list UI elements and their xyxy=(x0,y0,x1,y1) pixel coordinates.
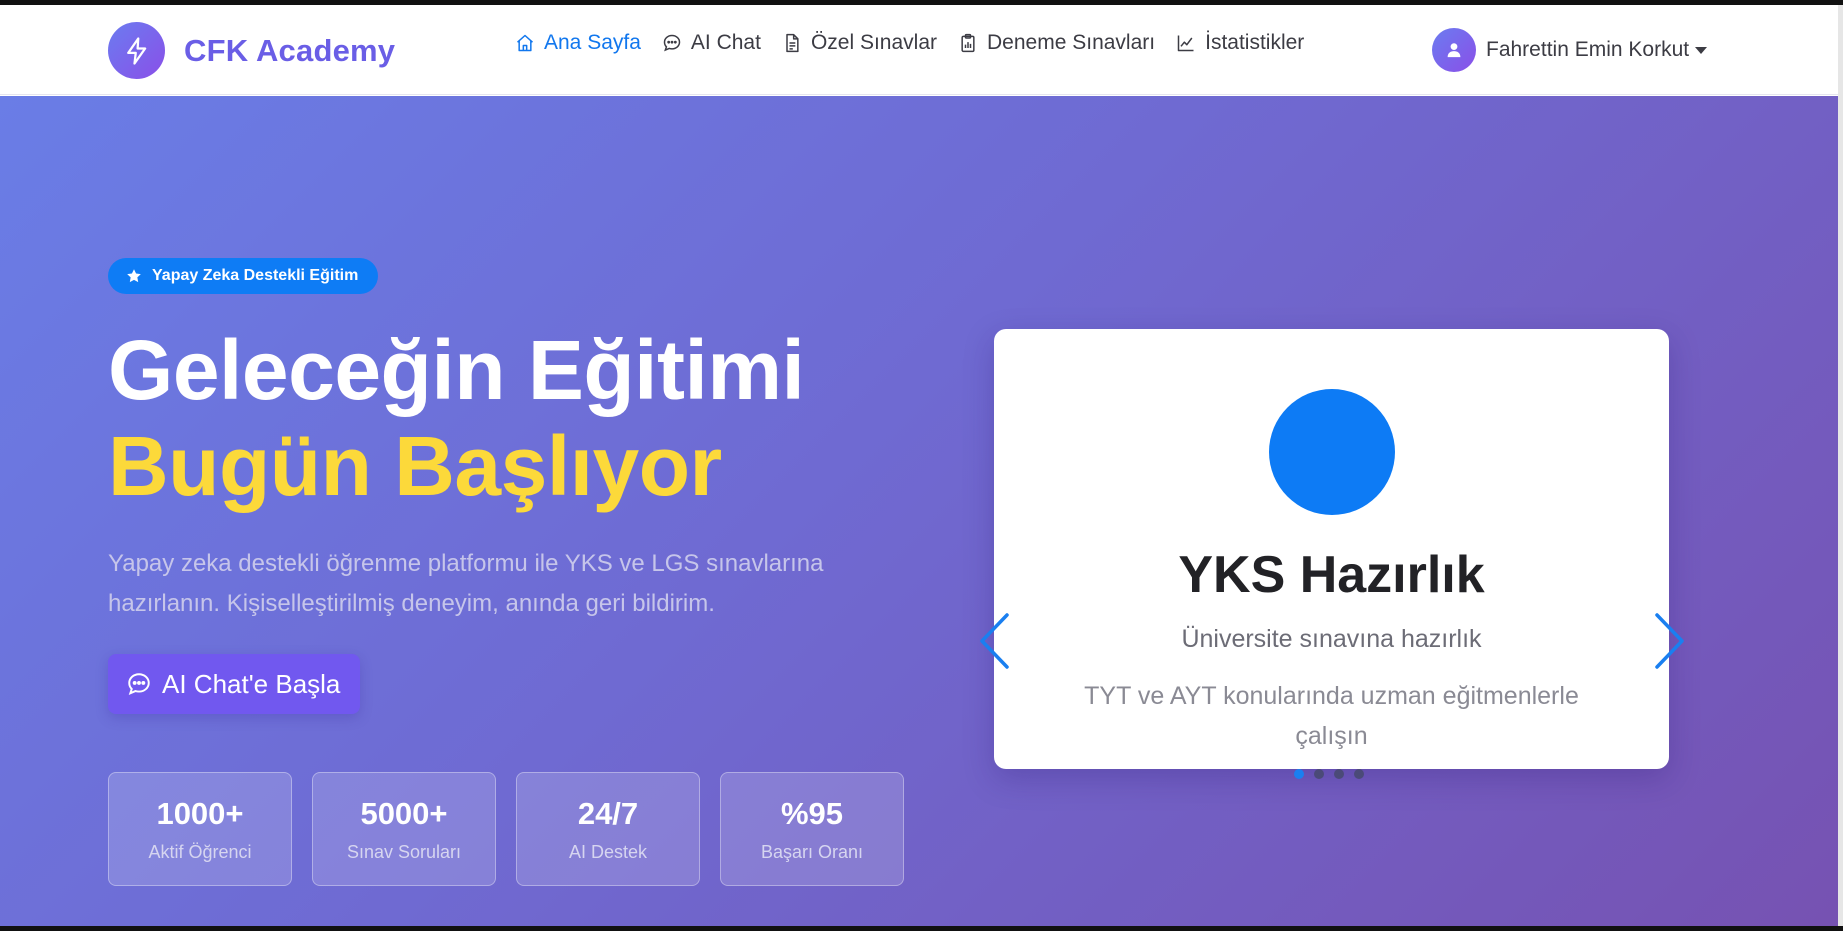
carousel-indicators xyxy=(1294,769,1374,779)
stat-value: 1000+ xyxy=(156,795,244,831)
main-nav: Ana Sayfa AI Chat Özel Sınavlar Deneme S… xyxy=(514,31,1324,55)
clipboard-chart-icon xyxy=(957,32,979,54)
nav-item-ana-sayfa[interactable]: Ana Sayfa xyxy=(514,31,641,55)
stat-value: %95 xyxy=(780,795,844,831)
cta-label: AI Chat'e Başla xyxy=(162,668,341,699)
nav-item-istatistikler[interactable]: İstatistikler xyxy=(1175,31,1304,55)
carousel-next-button[interactable] xyxy=(1650,611,1690,671)
user-icon xyxy=(1432,28,1476,72)
stat-label: Aktif Öğrenci xyxy=(148,841,252,862)
document-icon xyxy=(781,32,803,54)
stats-row: 1000+ Aktif Öğrenci 5000+ Sınav Soruları… xyxy=(108,772,924,886)
chevron-right-icon xyxy=(1655,613,1684,669)
stat-value: 5000+ xyxy=(360,795,448,831)
start-ai-chat-button[interactable]: AI Chat'e Başla xyxy=(108,654,361,714)
hero-subtitle: Yapay zeka destekli öğrenme platformu il… xyxy=(108,550,824,617)
stat-card: %95 Başarı Oranı xyxy=(720,772,904,886)
nav-item-label: Deneme Sınavları xyxy=(987,31,1156,54)
carousel-prev-button[interactable] xyxy=(974,611,1014,671)
stat-label: Başarı Oranı xyxy=(760,841,864,862)
stat-label: AI Destek xyxy=(568,841,648,862)
brand-link[interactable]: CFK Academy xyxy=(108,22,395,79)
chat-icon xyxy=(126,671,152,697)
carousel-dot[interactable] xyxy=(1334,769,1344,779)
top-navbar: CFK Academy Ana Sayfa AI Chat Özel Sınav… xyxy=(0,5,1838,95)
slide-title: YKS Hazırlık xyxy=(1178,546,1485,604)
hero-title-line-1: Geleceğin Eğitimi xyxy=(108,323,805,417)
stat-card: 5000+ Sınav Soruları xyxy=(312,772,496,886)
chevron-left-icon xyxy=(980,613,1009,669)
carousel-dot[interactable] xyxy=(1314,769,1324,779)
carousel-dot[interactable] xyxy=(1354,769,1364,779)
hero-section: Yapay Zeka Destekli Eğitim Geleceğin Eği… xyxy=(0,96,1838,926)
nav-item-deneme-sinavlari[interactable]: Deneme Sınavları xyxy=(957,31,1155,55)
user-name: Fahrettin Emin Korkut xyxy=(1486,38,1690,61)
brand-name: CFK Academy xyxy=(184,32,396,68)
scrollbar[interactable] xyxy=(1838,5,1843,926)
stat-label: Sınav Soruları xyxy=(346,841,462,862)
slide-description: TYT ve AYT konularında uzman eğitmenlerl… xyxy=(1084,682,1579,750)
lightning-icon xyxy=(108,22,165,79)
stat-value: 24/7 xyxy=(577,795,639,831)
slide-circle-icon xyxy=(1268,389,1395,515)
chat-icon xyxy=(661,32,683,54)
line-chart-icon xyxy=(1175,32,1197,54)
nav-item-label: AI Chat xyxy=(690,31,761,54)
star-icon xyxy=(126,268,142,284)
badge-label: Yapay Zeka Destekli Eğitim xyxy=(152,267,359,284)
home-icon xyxy=(514,32,536,54)
caret-down-icon xyxy=(1695,46,1708,54)
carousel-dot[interactable] xyxy=(1294,769,1304,779)
stat-card: 1000+ Aktif Öğrenci xyxy=(108,772,292,886)
nav-item-label: İstatistikler xyxy=(1205,31,1305,54)
user-menu-dropdown[interactable]: Fahrettin Emin Korkut xyxy=(1432,28,1708,72)
feature-badge: Yapay Zeka Destekli Eğitim xyxy=(108,258,379,294)
nav-item-ozel-sinavlar[interactable]: Özel Sınavlar xyxy=(781,31,937,55)
hero-title: Geleceğin Eğitimi Bugün Başlıyor xyxy=(108,322,805,514)
stat-card: 24/7 AI Destek xyxy=(516,772,700,886)
browser-viewport: CFK Academy Ana Sayfa AI Chat Özel Sınav… xyxy=(0,5,1838,926)
nav-item-label: Ana Sayfa xyxy=(544,31,641,54)
hero-title-line-2: Bugün Başlıyor xyxy=(108,419,722,513)
nav-item-ai-chat[interactable]: AI Chat xyxy=(661,31,761,55)
slide-subtitle: Üniversite sınavına hazırlık xyxy=(1181,625,1482,653)
carousel-slide: YKS Hazırlık Üniversite sınavına hazırlı… xyxy=(994,329,1669,769)
nav-item-label: Özel Sınavlar xyxy=(810,31,938,54)
